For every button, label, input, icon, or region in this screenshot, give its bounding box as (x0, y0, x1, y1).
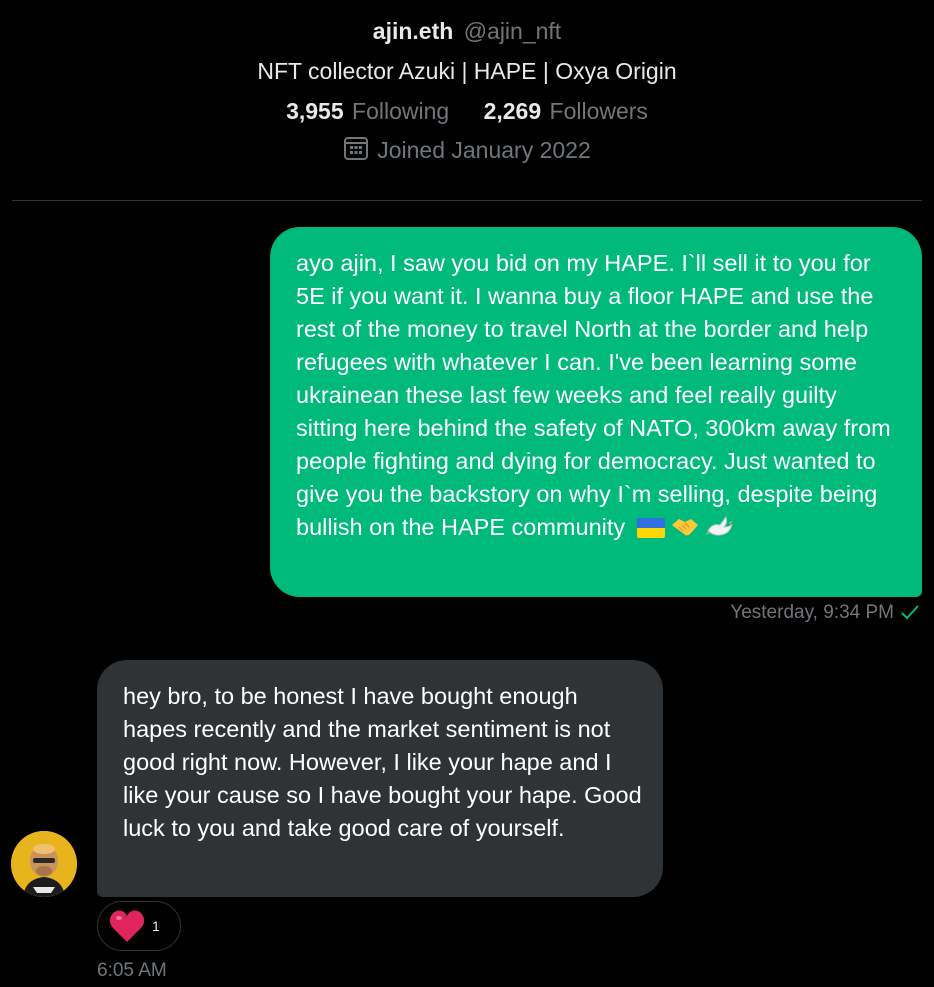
profile-bio: NFT collector Azuki | HAPE | Oxya Origin (257, 58, 677, 84)
heart-icon (108, 908, 146, 949)
seen-check-icon (900, 603, 920, 629)
profile-name-row: ajin.eth @ajin_nft (0, 16, 934, 46)
outgoing-timestamp-text: Yesterday, 9:34 PM (730, 602, 894, 623)
header-divider (12, 200, 922, 201)
profile-display-name[interactable]: ajin.eth (373, 18, 454, 44)
incoming-message-text: hey bro, to be honest I have bought enou… (123, 683, 642, 841)
calendar-icon (343, 135, 369, 168)
outgoing-timestamp: Yesterday, 9:34 PM (730, 600, 920, 629)
following-stat[interactable]: 3,955 Following (286, 96, 449, 126)
joined-date: Joined January 2022 (0, 135, 934, 168)
incoming-message-bubble[interactable]: hey bro, to be honest I have bought enou… (97, 660, 663, 897)
outgoing-message-bubble[interactable]: ayo ajin, I saw you bid on my HAPE. I`ll… (270, 227, 922, 597)
heart-reaction[interactable]: 1 (97, 901, 181, 951)
incoming-timestamp: 6:05 AM (97, 960, 167, 981)
following-label: Following (352, 98, 450, 124)
joined-text: Joined January 2022 (377, 137, 591, 163)
profile-stats: 3,955 Following 2,269 Followers (0, 96, 934, 126)
outgoing-message-text: ayo ajin, I saw you bid on my HAPE. I`ll… (296, 250, 891, 540)
ukraine-flag-icon (636, 516, 666, 549)
following-count: 3,955 (286, 98, 344, 124)
followers-label: Followers (549, 98, 648, 124)
avatar[interactable] (11, 831, 77, 897)
handshake-icon (670, 514, 700, 549)
profile-handle[interactable]: @ajin_nft (464, 18, 562, 44)
followers-stat[interactable]: 2,269 Followers (484, 96, 648, 126)
dove-icon (704, 514, 734, 549)
followers-count: 2,269 (483, 98, 542, 124)
reaction-count: 1 (152, 918, 160, 934)
